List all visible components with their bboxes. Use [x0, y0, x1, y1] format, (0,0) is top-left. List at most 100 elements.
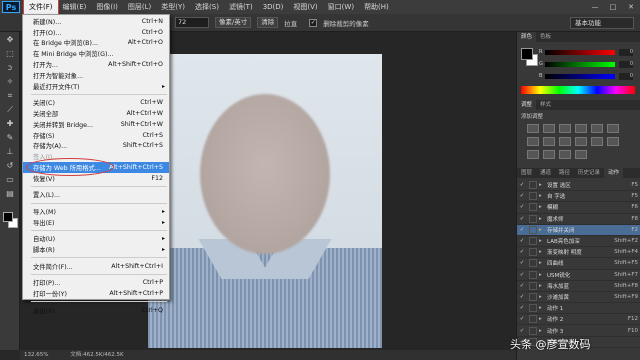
check-icon[interactable]: ✓	[517, 294, 527, 300]
expand-arrow-icon[interactable]: ▸	[539, 216, 547, 222]
menu-item-8[interactable]: 视图(V)	[288, 0, 322, 14]
file-menu-item[interactable]: 关闭(C) Ctrl+W	[23, 97, 169, 108]
check-icon[interactable]: ✓	[517, 328, 527, 334]
dialog-toggle-box[interactable]	[529, 281, 537, 290]
delete-cropped-checkbox[interactable]: ✓	[309, 18, 318, 27]
expand-arrow-icon[interactable]: ▸	[539, 316, 547, 322]
levels-icon[interactable]	[543, 124, 555, 133]
blue-value[interactable]: 0	[619, 73, 633, 80]
file-menu-item[interactable]: 文件简介(F)... Alt+Shift+Ctrl+I	[23, 261, 169, 272]
panel-foreground-swatch[interactable]	[521, 48, 533, 60]
tab-panel-1[interactable]: 通道	[536, 168, 555, 178]
file-menu-item[interactable]: 恢复(V) F12	[23, 173, 169, 184]
foreground-color-swatch[interactable]	[3, 212, 13, 222]
blue-slider[interactable]	[545, 74, 615, 79]
tab-panel-3[interactable]: 历史记录	[574, 168, 604, 178]
maximize-icon[interactable]: □	[604, 0, 622, 14]
gradient-tool-icon[interactable]: ▤	[3, 188, 17, 200]
tab-panel-2[interactable]: 路径	[555, 168, 574, 178]
menu-item-2[interactable]: 图像(I)	[91, 0, 123, 14]
menu-item-1[interactable]: 编辑(E)	[58, 0, 92, 14]
check-icon[interactable]: ✓	[517, 182, 527, 188]
dialog-toggle-box[interactable]	[529, 214, 537, 223]
expand-arrow-icon[interactable]: ▸	[539, 305, 547, 311]
action-row[interactable]: ✓ ▸ 存储并关闭 F2	[517, 224, 640, 236]
channel-mixer-icon[interactable]	[575, 137, 587, 146]
menu-item-4[interactable]: 类型(Y)	[156, 0, 190, 14]
color-spectrum[interactable]	[521, 86, 635, 94]
dialog-toggle-box[interactable]	[529, 304, 537, 313]
expand-arrow-icon[interactable]: ▸	[539, 328, 547, 334]
file-menu-item[interactable]: 最近打开文件(T) ▸	[23, 81, 169, 92]
action-row[interactable]: ✓ ▸ LAB亮色加深 Shift+F2	[517, 236, 640, 248]
clear-button[interactable]: 清除	[257, 17, 279, 28]
check-icon[interactable]: ✓	[517, 204, 527, 210]
healing-tool-icon[interactable]: ✚	[3, 118, 17, 130]
file-menu-item[interactable]: 打开为智能对象...	[23, 70, 169, 81]
tab-styles[interactable]: 样式	[536, 100, 555, 110]
file-menu-item[interactable]: 存储为(A)... Shift+Ctrl+S	[23, 141, 169, 152]
action-row[interactable]: ✓ ▸ 自 字选 F5	[517, 191, 640, 203]
tab-swatches[interactable]: 色板	[536, 32, 555, 42]
color-balance-icon[interactable]	[527, 137, 539, 146]
resolution-input[interactable]: 72	[175, 17, 209, 28]
eraser-tool-icon[interactable]: ▭	[3, 174, 17, 186]
action-row[interactable]: ✓ ▸ USM锐化 Shift+F7	[517, 270, 640, 281]
vibrance-icon[interactable]	[591, 124, 603, 133]
action-row[interactable]: ✓ ▸ 动作 2 F12	[517, 314, 640, 326]
close-icon[interactable]: ✕	[622, 0, 640, 14]
red-slider[interactable]	[545, 50, 615, 55]
check-icon[interactable]: ✓	[517, 238, 527, 244]
check-icon[interactable]: ✓	[517, 283, 527, 289]
file-menu-item[interactable]: 新建(N)... Ctrl+N	[23, 16, 169, 27]
expand-arrow-icon[interactable]: ▸	[539, 182, 547, 188]
dialog-toggle-box[interactable]	[529, 270, 537, 279]
brush-tool-icon[interactable]: ✎	[3, 132, 17, 144]
file-menu-item[interactable]: 导入(M) ▸	[23, 206, 169, 217]
check-icon[interactable]: ✓	[517, 216, 527, 222]
tab-panel-4[interactable]: 动作	[604, 168, 624, 178]
red-value[interactable]: 0	[619, 49, 633, 56]
file-menu-item[interactable]: 存储为 Web 所用格式... Alt+Shift+Ctrl+S	[23, 158, 169, 177]
file-menu-item[interactable]: 打开(O)... Ctrl+O	[23, 27, 169, 38]
dialog-toggle-box[interactable]	[529, 292, 537, 301]
marquee-tool-icon[interactable]: ⬚	[3, 48, 17, 60]
straighten-button[interactable]: 拉直	[284, 18, 297, 28]
check-icon[interactable]: ✓	[517, 305, 527, 311]
stamp-tool-icon[interactable]: ⊥	[3, 146, 17, 158]
dialog-toggle-box[interactable]	[529, 203, 537, 212]
file-menu-item[interactable]: 打印(P)... Ctrl+P	[23, 277, 169, 288]
dialog-toggle-box[interactable]	[529, 259, 537, 268]
file-menu-item[interactable]: 打印一份(Y) Alt+Shift+Ctrl+P	[23, 288, 169, 299]
exposure-icon[interactable]	[575, 124, 587, 133]
black-white-icon[interactable]	[543, 137, 555, 146]
tab-color[interactable]: 颜色	[517, 32, 537, 42]
expand-arrow-icon[interactable]: ▸	[539, 283, 547, 289]
action-row[interactable]: ✓ ▸ 渐变映射 明度 Shift+F4	[517, 247, 640, 259]
action-row[interactable]: ✓ ▸ 设置 选区 F5	[517, 180, 640, 192]
action-row[interactable]: ✓ ▸ 魔术师 F8	[517, 214, 640, 225]
file-menu-item[interactable]: 在 Bridge 中浏览(B)... Alt+Ctrl+O	[23, 38, 169, 49]
file-menu-item[interactable]: 退出(X) Ctrl+Q	[23, 305, 169, 316]
dialog-toggle-box[interactable]	[529, 237, 537, 246]
threshold-icon[interactable]	[543, 150, 555, 159]
expand-arrow-icon[interactable]: ▸	[539, 204, 547, 210]
menu-item-5[interactable]: 选择(S)	[190, 0, 224, 14]
file-menu-item[interactable]: 关闭并转到 Bridge... Shift+Ctrl+W	[23, 119, 169, 130]
history-brush-tool-icon[interactable]: ↺	[3, 160, 17, 172]
expand-arrow-icon[interactable]: ▸	[539, 249, 547, 255]
expand-arrow-icon[interactable]: ▸	[539, 260, 547, 266]
green-value[interactable]: 0	[619, 61, 633, 68]
menu-item-7[interactable]: 3D(D)	[258, 0, 289, 14]
lasso-tool-icon[interactable]: ↄ	[3, 62, 17, 74]
action-row[interactable]: ✓ ▸ 四曲线 Shift+F5	[517, 258, 640, 270]
posterize-icon[interactable]	[527, 150, 539, 159]
workspace-select[interactable]: 基本功能	[570, 16, 634, 29]
file-menu-item[interactable]: 在 Mini Bridge 中浏览(G)...	[23, 48, 169, 59]
resolution-unit-select[interactable]: 像素/英寸	[215, 17, 252, 28]
move-tool-icon[interactable]: ✥	[3, 34, 17, 46]
menu-item-0[interactable]: 文件(F)	[23, 0, 59, 15]
file-menu-item[interactable]: 自动(U) ▸	[23, 233, 169, 244]
action-row[interactable]: ✓ ▸ 动作 1	[517, 303, 640, 315]
file-menu-item[interactable]: 存储(S) Ctrl+S	[23, 130, 169, 141]
